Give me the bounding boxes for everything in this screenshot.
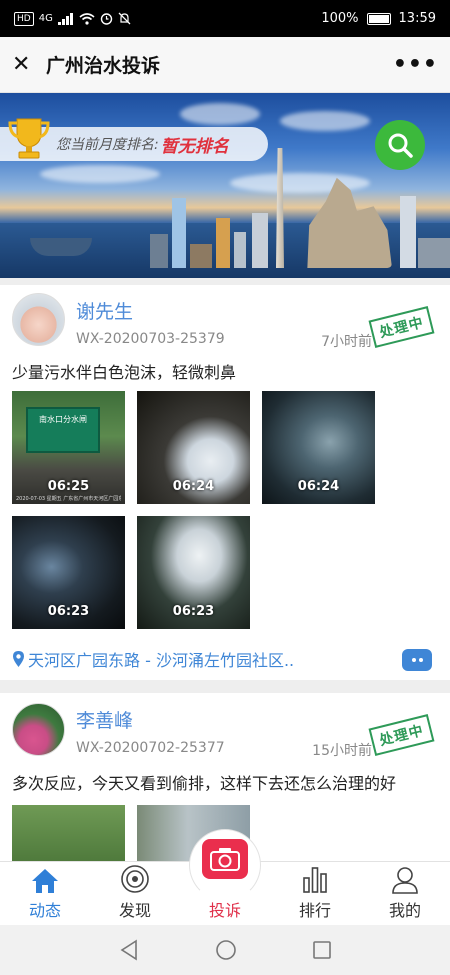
- avatar[interactable]: [12, 293, 65, 346]
- complaint-id: WX-20200703-25379: [76, 331, 225, 347]
- photo-thumbnail[interactable]: 06:23: [137, 516, 250, 629]
- page-title: 广州治水投诉: [46, 55, 161, 77]
- home-icon: [32, 869, 58, 893]
- photo-thumbnail[interactable]: 06:24: [262, 391, 375, 504]
- signal-icon: [57, 12, 73, 25]
- sign-board: 南水口分水闸: [26, 407, 100, 453]
- close-icon[interactable]: ✕: [12, 52, 38, 77]
- tab-label: 动态: [28, 901, 61, 920]
- app-header: ✕ 广州治水投诉 •••: [0, 37, 450, 93]
- photo-timestamp: 06:23: [172, 604, 215, 619]
- complaint-content: 多次反应，今天又看到偷排，这样下去还怎么治理的好: [12, 774, 397, 793]
- rank-label: 您当前月度排名:: [56, 137, 159, 153]
- search-button[interactable]: [375, 120, 425, 170]
- battery-icon: [366, 12, 391, 25]
- app-screen: HD 4G 100% 13:59 ✕ 广州治水投诉 ••• 您当前月度排名: 暂…: [0, 0, 450, 975]
- comment-button[interactable]: [402, 649, 432, 671]
- battery-percent: 100%: [321, 11, 359, 26]
- home-circle-icon[interactable]: [215, 939, 237, 961]
- tab-label: 发现: [118, 901, 151, 920]
- system-nav-bar: [0, 925, 450, 975]
- complaint-feed[interactable]: 谢先生 WX-20200703-25379 7小时前 处理中 少量污水伴白色泡沫…: [0, 278, 450, 861]
- alarm-icon: [100, 13, 113, 25]
- status-badge: 处理中: [368, 714, 435, 756]
- photo-timestamp: 06:24: [297, 479, 340, 494]
- hd-indicator: HD: [14, 11, 34, 26]
- tab-ranking[interactable]: 排行: [270, 862, 360, 925]
- rank-value: 暂无排名: [160, 136, 229, 157]
- post-time: 15小时前: [312, 743, 372, 759]
- status-bar: HD 4G 100% 13:59: [0, 0, 450, 37]
- user-icon: [392, 867, 418, 894]
- camera-button[interactable]: [202, 839, 248, 879]
- complaint-id: WX-20200702-25377: [76, 740, 225, 756]
- more-icon[interactable]: •••: [393, 52, 438, 77]
- tab-complain[interactable]: 投诉: [180, 829, 270, 925]
- discover-icon: [121, 865, 149, 893]
- location-pin-icon: [13, 651, 24, 667]
- ranking-icon: [303, 867, 327, 893]
- tab-feed[interactable]: 动态: [0, 862, 90, 925]
- complaint-card[interactable]: 谢先生 WX-20200703-25379 7小时前 处理中 少量污水伴白色泡沫…: [0, 285, 450, 680]
- photo-timestamp: 06:24: [172, 479, 215, 494]
- tab-label: 排行: [298, 901, 331, 920]
- location-text: 天河区广园东路 - 沙河涌左竹园社区..: [28, 651, 295, 670]
- trophy-icon: [8, 118, 50, 159]
- photo-thumbnail[interactable]: 06:23: [12, 516, 125, 629]
- tab-mine[interactable]: 我的: [360, 862, 450, 925]
- photo-timestamp: 06:23: [47, 604, 90, 619]
- photo-caption: 2020-07-03 星期五 广东省广州市天河区广园东路: [16, 496, 121, 502]
- user-name[interactable]: 李善峰: [76, 706, 133, 733]
- complaint-content: 少量污水伴白色泡沫，轻微刺鼻: [12, 363, 237, 382]
- search-icon: [388, 133, 413, 158]
- clock: 13:59: [398, 11, 436, 26]
- avatar[interactable]: [12, 703, 65, 756]
- location-link[interactable]: 天河区广园东路 - 沙河涌左竹园社区..: [12, 647, 294, 671]
- tab-discover[interactable]: 发现: [90, 862, 180, 925]
- tab-label: 我的: [388, 901, 421, 920]
- status-badge: 处理中: [368, 306, 435, 348]
- network-type: 4G: [38, 13, 53, 24]
- wifi-icon: [79, 12, 95, 25]
- photo-thumbnail[interactable]: 南水口分水闸 2020-07-03 星期五 广东省广州市天河区广园东路 06:2…: [12, 391, 125, 504]
- photo-thumbnail[interactable]: [12, 805, 125, 861]
- camera-icon: [210, 848, 240, 871]
- bottom-tab-bar: 动态 发现 投诉 排行 我的: [0, 829, 450, 925]
- photo-thumbnail[interactable]: 06:24: [137, 391, 250, 504]
- banner: 您当前月度排名: 暂无排名: [0, 93, 450, 278]
- mute-icon: [118, 12, 131, 25]
- user-name[interactable]: 谢先生: [76, 297, 133, 324]
- photo-timestamp: 06:25: [47, 479, 90, 494]
- back-icon[interactable]: [118, 939, 140, 961]
- post-time: 7小时前: [321, 334, 372, 350]
- recents-icon[interactable]: [312, 940, 332, 960]
